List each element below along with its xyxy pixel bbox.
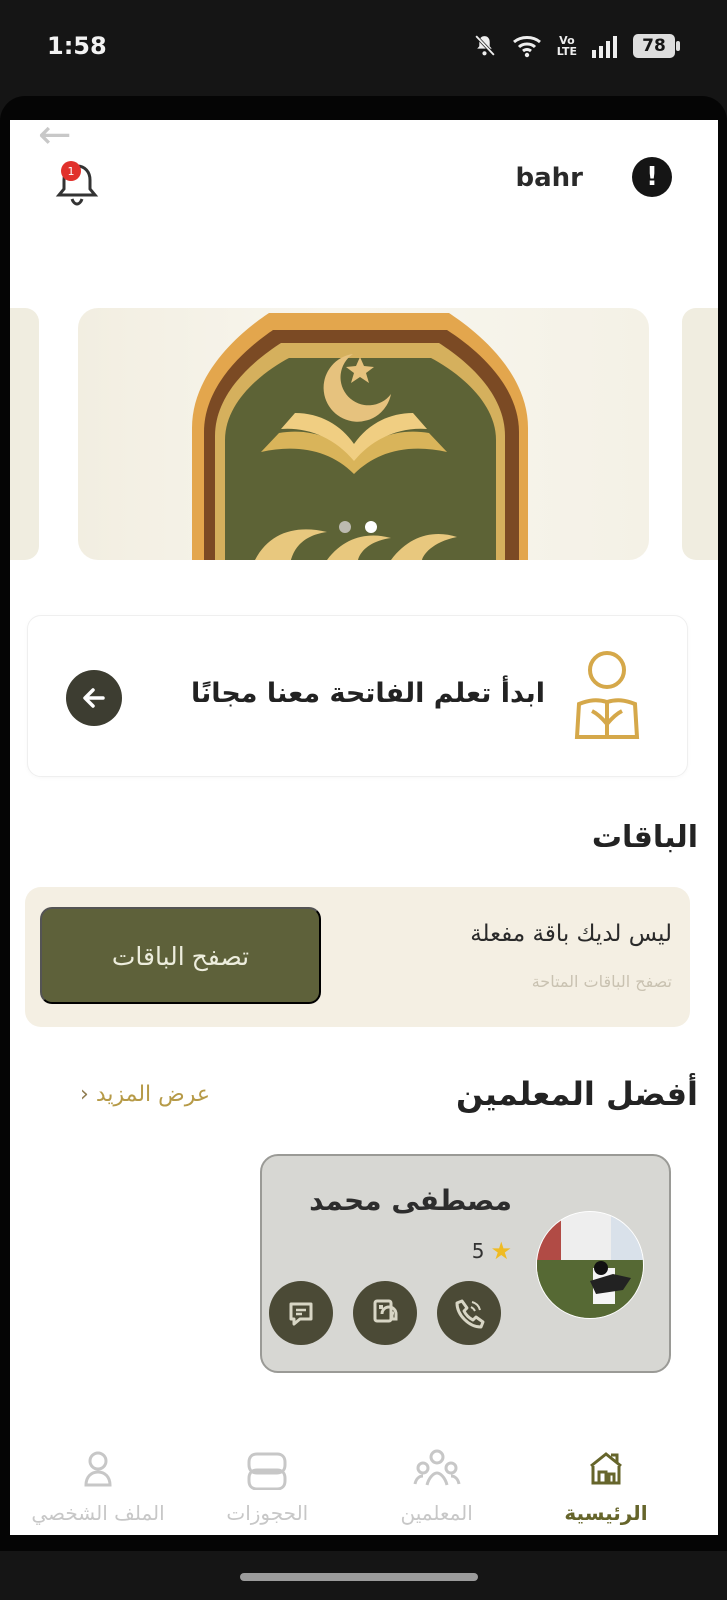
teachers-icon	[357, 1445, 517, 1493]
packages-card: تصفح الباقات ليس لديك باقة مفعلة تصفح ال…	[25, 887, 690, 1027]
carousel-dot[interactable]	[339, 521, 351, 533]
back-arrow-icon[interactable]: ←	[38, 120, 78, 160]
username: bahr	[515, 163, 584, 193]
call-button[interactable]	[437, 1281, 501, 1345]
packages-title: الباقات	[591, 820, 698, 855]
home-icon	[526, 1445, 686, 1493]
teacher-name: مصطفى محمد	[309, 1184, 512, 1217]
browse-packages-button[interactable]: تصفح الباقات	[40, 907, 321, 1004]
star-icon: ★	[490, 1237, 512, 1265]
top-teachers-title: أفضل المعلمين	[455, 1075, 698, 1113]
message-button[interactable]	[269, 1281, 333, 1345]
teacher-card[interactable]: مصطفى محمد 5 ★	[260, 1154, 671, 1373]
status-bar: 1:58 Vo LTE 78	[0, 0, 727, 96]
wifi-icon	[512, 35, 541, 57]
video-call-button[interactable]	[353, 1281, 417, 1345]
notification-bell-icon: 1	[55, 161, 99, 206]
volte-indicator: Vo LTE	[556, 33, 577, 58]
chat-icon	[289, 1302, 313, 1326]
notification-count: 1	[68, 165, 75, 178]
nav-bookings-label: الحجوزات	[226, 1501, 309, 1525]
status-icons: Vo LTE 78	[472, 33, 680, 58]
tablet-headset-icon	[373, 1299, 398, 1323]
system-home-indicator[interactable]	[240, 1573, 478, 1581]
arrow-left-icon	[83, 688, 105, 708]
phone-icon	[455, 1299, 485, 1329]
free-fatiha-text: ابدأ تعلم الفاتحة معنا مجانًا	[190, 678, 545, 709]
free-fatiha-card[interactable]: ابدأ تعلم الفاتحة معنا مجانًا	[27, 615, 688, 777]
teacher-rating: 5 ★	[472, 1237, 512, 1265]
chevron-left-icon: ‹	[80, 1082, 89, 1107]
signal-icon	[592, 35, 617, 58]
see-more-label: عرض المزيد	[95, 1082, 211, 1107]
muted-bell-icon	[474, 35, 495, 56]
browse-available-packages-hint: تصفح الباقات المتاحة	[531, 972, 672, 991]
teacher-avatar	[536, 1211, 644, 1319]
student-icon	[574, 651, 640, 739]
teacher-photo	[537, 1212, 643, 1318]
profile-icon	[18, 1445, 178, 1493]
carousel-slide-next[interactable]	[682, 308, 718, 560]
nav-home[interactable]: الرئيسية	[526, 1425, 686, 1535]
info-icon[interactable]: !	[632, 157, 672, 197]
nav-profile[interactable]: الملف الشخصي	[18, 1425, 178, 1535]
rating-value: 5	[471, 1239, 485, 1263]
bookings-icon	[187, 1445, 347, 1493]
nav-bookings[interactable]: الحجوزات	[187, 1425, 347, 1535]
carousel-dot-active[interactable]	[365, 521, 377, 533]
bottom-navigation: الرئيسية المعلمين الحجوزات الملف الشخصي	[10, 1425, 718, 1535]
notifications-button[interactable]: 1	[55, 158, 99, 206]
no-active-package-text: ليس لديك باقة مفعلة	[470, 921, 672, 947]
teacher-actions	[269, 1281, 501, 1345]
home-screen: ← 1 bahr ! ابدأ تعلم الفاتحة معنا مجانًا…	[10, 120, 718, 1535]
status-time: 1:58	[47, 32, 107, 60]
see-more-link[interactable]: عرض المزيد ‹	[70, 1082, 210, 1107]
nav-teachers-label: المعلمين	[400, 1501, 473, 1525]
carousel-pagination	[339, 521, 377, 533]
nav-home-label: الرئيسية	[564, 1501, 648, 1525]
nav-profile-label: الملف الشخصي	[31, 1501, 165, 1525]
battery-indicator: 78	[633, 33, 680, 58]
nav-teachers[interactable]: المعلمين	[357, 1425, 517, 1535]
carousel-slide-previous[interactable]	[10, 308, 39, 560]
promo-arrow-button[interactable]	[66, 670, 122, 726]
